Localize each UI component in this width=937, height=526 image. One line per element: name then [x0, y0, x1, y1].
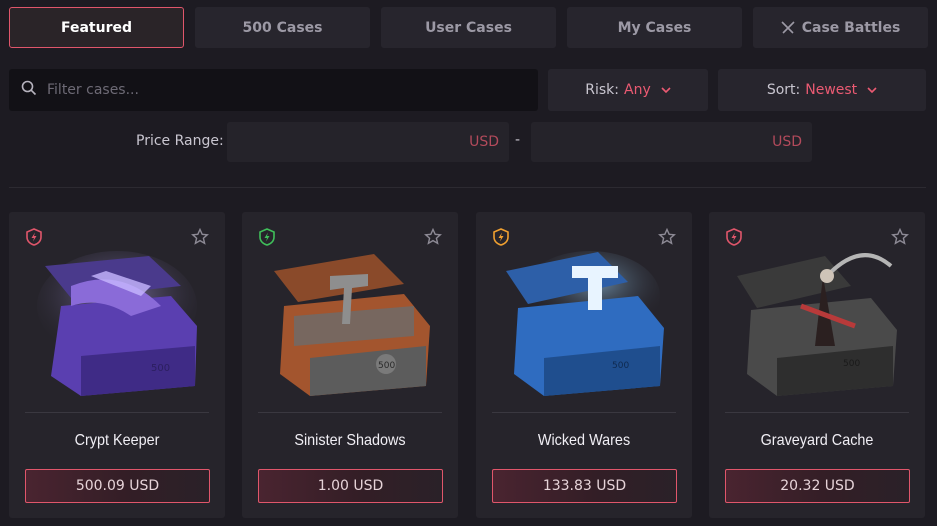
case-image: 500: [274, 254, 430, 396]
card-divider: [25, 412, 209, 413]
tab-case-battles[interactable]: Case Battles: [753, 7, 928, 48]
search-input[interactable]: [47, 82, 497, 98]
case-card-sinister-shadows[interactable]: 500 Sinister Shadows 1.00 USD: [242, 212, 458, 518]
sort-dropdown[interactable]: Sort: Newest: [718, 69, 926, 111]
svg-text:500: 500: [378, 361, 395, 371]
case-image: 500: [506, 251, 664, 396]
tab-label: User Cases: [425, 19, 512, 36]
case-image: 500: [737, 253, 897, 396]
svg-text:500: 500: [151, 363, 170, 374]
divider: [9, 187, 926, 188]
card-divider: [492, 412, 676, 413]
price-min-field[interactable]: USD: [227, 122, 509, 162]
case-name: Crypt Keeper: [74, 432, 160, 449]
card-divider: [725, 412, 909, 413]
case-name: Sinister Shadows: [294, 432, 406, 449]
tab-label: Case Battles: [801, 19, 901, 36]
tab-my-cases[interactable]: My Cases: [567, 7, 742, 48]
chevron-down-icon: [867, 87, 877, 93]
crossed-swords-icon: [781, 20, 795, 35]
tab-featured[interactable]: Featured: [9, 7, 184, 48]
tab-user-cases[interactable]: User Cases: [381, 7, 556, 48]
case-name: Wicked Wares: [537, 432, 631, 449]
price-min-input[interactable]: [227, 122, 470, 162]
price-max-input[interactable]: [531, 122, 773, 162]
price-range-label: Price Range:: [136, 133, 224, 149]
tab-label: My Cases: [617, 19, 692, 36]
case-price-button[interactable]: 133.83 USD: [492, 469, 677, 503]
case-image: 500: [37, 251, 197, 396]
card-divider: [258, 412, 442, 413]
case-tabs: Featured 500 Cases User Cases My Cases C…: [9, 7, 928, 48]
case-card-crypt-keeper[interactable]: 500 Crypt Keeper 500.09 USD: [9, 212, 225, 518]
risk-dropdown[interactable]: Risk: Any: [548, 69, 708, 111]
risk-value: Any: [624, 82, 651, 98]
price-max-field[interactable]: USD: [531, 122, 812, 162]
price-max-unit: USD: [772, 134, 802, 150]
sort-value: Newest: [805, 82, 858, 98]
search-icon: [21, 80, 37, 100]
risk-label: Risk:: [585, 82, 619, 98]
case-price-button[interactable]: 1.00 USD: [258, 469, 443, 503]
tab-label: Featured: [60, 19, 133, 36]
svg-text:500: 500: [612, 361, 629, 371]
case-card-wicked-wares[interactable]: 500 Wicked Wares 133.83 USD: [476, 212, 692, 518]
case-card-graveyard-cache[interactable]: 500 Graveyard Cache 20.32 USD: [709, 212, 925, 518]
price-range-separator: -: [515, 132, 521, 148]
chevron-down-icon: [661, 87, 671, 93]
svg-text:500: 500: [843, 359, 860, 369]
case-price-button[interactable]: 20.32 USD: [725, 469, 910, 503]
sort-label: Sort:: [766, 82, 801, 98]
case-price-button[interactable]: 500.09 USD: [25, 469, 210, 503]
price-min-unit: USD: [469, 134, 499, 150]
tab-label: 500 Cases: [242, 19, 323, 36]
tab-500-cases[interactable]: 500 Cases: [195, 7, 370, 48]
case-name: Graveyard Cache: [760, 432, 874, 449]
search-bar: [9, 69, 538, 111]
